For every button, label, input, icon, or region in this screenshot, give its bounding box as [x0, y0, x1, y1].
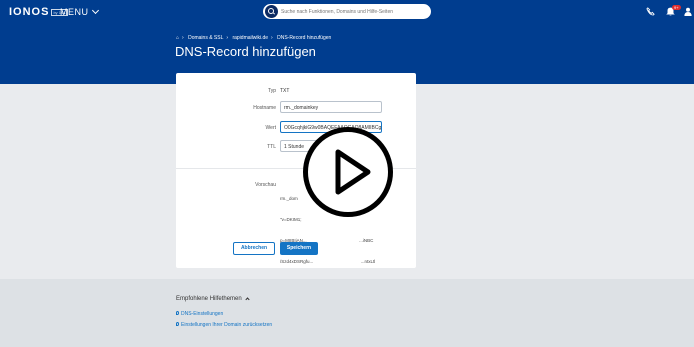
notification-badge: 9+ [672, 5, 681, 10]
vorschau-label: Vorschau [255, 182, 276, 188]
breadcrumb-separator: › [226, 35, 229, 41]
preview-line: /Szd4xDSRgfu... ...ntxLtl [280, 259, 376, 264]
ttl-selected-value: 1 Stunde [284, 144, 305, 150]
logo-text: IONOS [9, 6, 50, 18]
save-button[interactable]: Speichern [280, 242, 318, 255]
search-input[interactable] [281, 6, 426, 17]
help-link-label: DNS-Einstellungen [181, 311, 224, 317]
search-bar[interactable] [263, 4, 431, 19]
breadcrumb-item-domain[interactable]: rapidmailwiki.de [232, 35, 268, 41]
help-link-dns[interactable]: DNS-Einstellungen [176, 311, 223, 317]
home-icon[interactable]: ⌂ [176, 35, 179, 41]
help-link-label: Einstellungen Ihrer Domain zurücksetzen [181, 322, 273, 328]
breadcrumb: ⌂ › Domains & SSL › rapidmailwiki.de › DNS-… [176, 35, 334, 41]
video-play-button[interactable] [303, 127, 393, 217]
menu-label: MENU [60, 7, 89, 17]
hostname-label: Hostname [253, 105, 276, 111]
preview-line: "v=DKIM1; [280, 217, 302, 222]
phone-icon[interactable] [646, 7, 655, 18]
top-navigation-bar: IONOSby 1&1 MENU 9+ [0, 0, 694, 24]
user-icon[interactable] [684, 7, 692, 18]
chevron-down-icon [91, 6, 99, 15]
help-link-reset[interactable]: Einstellungen Ihrer Domain zurücksetzen [176, 322, 272, 328]
chevron-up-icon [245, 297, 250, 302]
page-title: DNS-Record hinzufügen [175, 44, 316, 59]
typ-value: TXT [280, 88, 290, 94]
play-icon [335, 149, 371, 195]
breadcrumb-separator: › [271, 35, 273, 41]
typ-label: Typ [267, 88, 276, 94]
pin-icon [176, 322, 179, 326]
help-title: Empfohlene Hilfethemen [176, 296, 242, 302]
search-icon[interactable] [265, 5, 278, 18]
wert-label: Wert [265, 125, 276, 131]
help-section [0, 279, 694, 347]
pin-icon [176, 311, 179, 315]
breadcrumb-item-current: DNS-Record hinzufügen [277, 35, 332, 41]
breadcrumb-item-domains[interactable]: Domains & SSL [188, 35, 223, 41]
help-topics-toggle[interactable]: Empfohlene Hilfethemen [176, 296, 250, 302]
breadcrumb-separator: › [182, 35, 184, 41]
cancel-button[interactable]: Abbrechen [233, 242, 275, 255]
menu-button[interactable]: MENU [60, 6, 99, 17]
ttl-label: TTL [267, 144, 276, 150]
hostname-field[interactable]: rm._domainkey [280, 101, 382, 113]
